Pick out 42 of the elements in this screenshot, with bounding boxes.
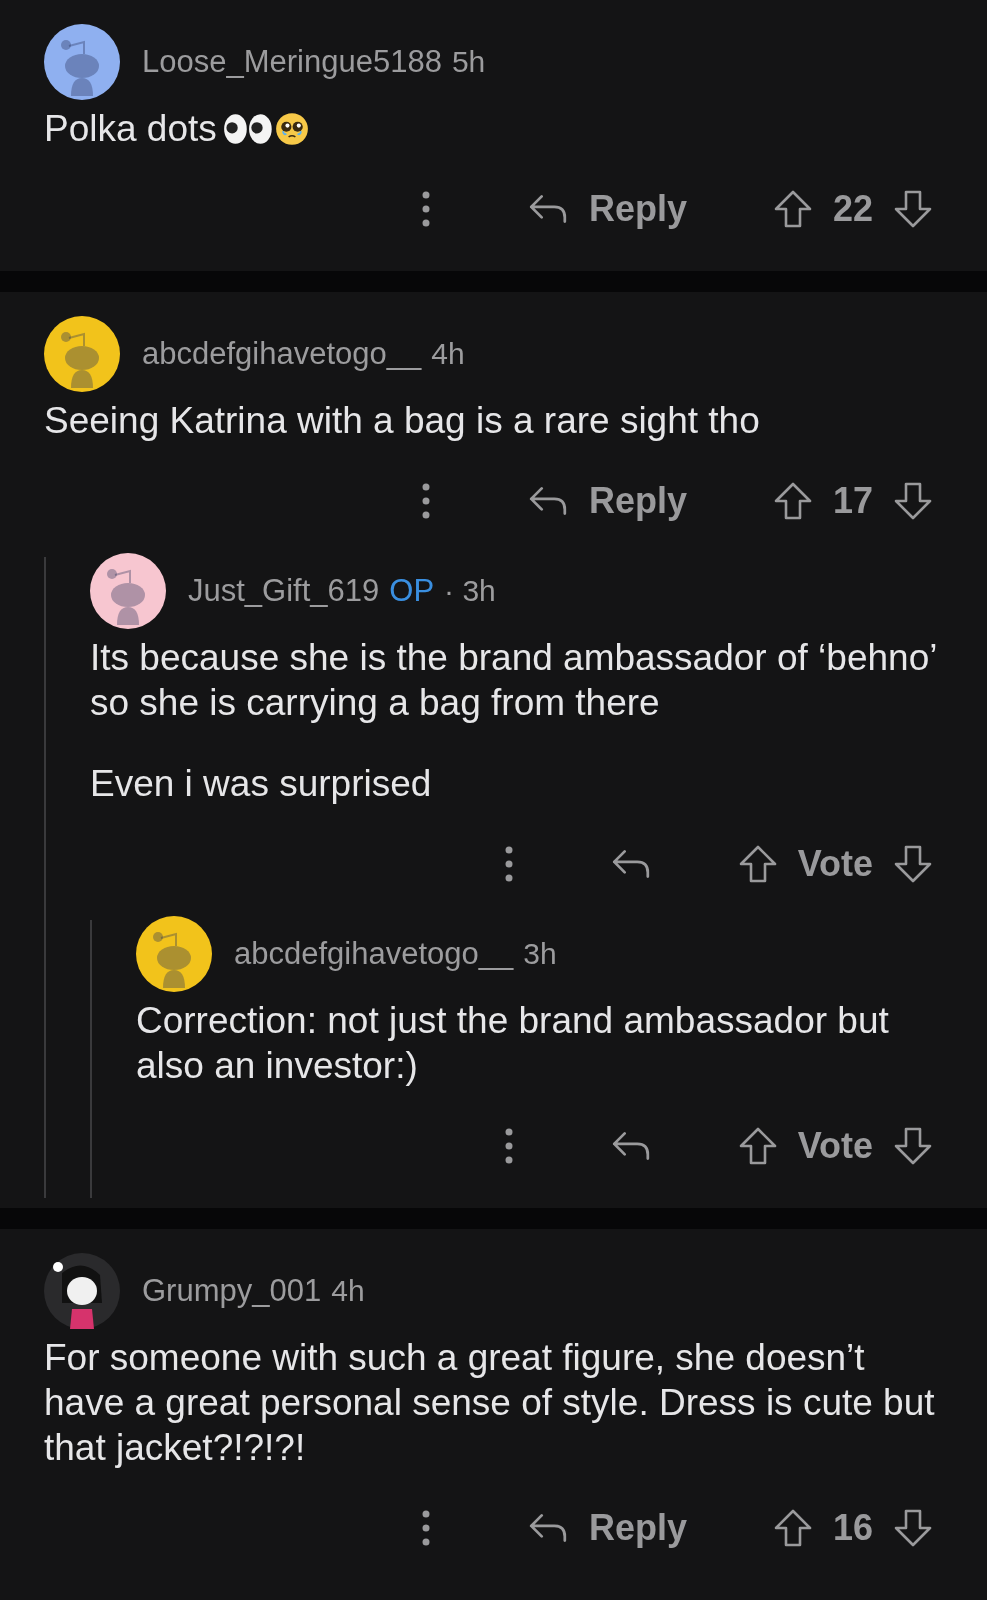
downvote-icon[interactable]: [893, 844, 933, 884]
reply-button[interactable]: Reply: [526, 480, 687, 522]
timestamp: · 3h: [444, 574, 496, 608]
vote-count: 16: [832, 1507, 873, 1549]
upvote-icon[interactable]: [772, 481, 813, 521]
comment-text: Its because she is the brand ambassador of ‘behno’ so she is carrying a bag from there: [90, 636, 938, 725]
username[interactable]: abcdefgihavetogo__: [234, 936, 514, 972]
reply-button[interactable]: Reply: [526, 188, 687, 230]
downvote-icon[interactable]: [893, 189, 933, 229]
username[interactable]: Just_Gift_619: [188, 573, 380, 609]
timestamp: 5h: [451, 45, 486, 79]
downvote-icon[interactable]: [893, 1126, 933, 1166]
upvote-icon[interactable]: [737, 1126, 778, 1166]
op-label: OP: [389, 573, 435, 609]
vote-count: Vote: [797, 1125, 873, 1167]
more-options-icon[interactable]: [420, 189, 431, 229]
downvote-icon[interactable]: [893, 481, 933, 521]
username[interactable]: Grumpy_001: [142, 1273, 322, 1309]
comment-text: Correction: not just the brand ambassador but also an investor:): [136, 999, 890, 1088]
pleading-face-icon: [274, 112, 309, 146]
comment-text: Seeing Katrina with a bag is a rare sight tho: [44, 399, 761, 443]
comment-text: For someone with such a great figure, she doesn’t have a great personal sense of style. Dress is cute but that jacket?!?!?!: [44, 1336, 936, 1470]
reply-button[interactable]: Reply: [526, 1507, 687, 1549]
vote-count: Vote: [797, 843, 873, 885]
username[interactable]: abcdefgihavetogo__: [142, 336, 422, 372]
vote-count: 22: [832, 188, 873, 230]
more-options-icon[interactable]: [420, 1508, 431, 1548]
more-options-icon[interactable]: [420, 481, 431, 521]
timestamp: 3h: [523, 937, 557, 971]
timestamp: 4h: [431, 337, 465, 371]
more-options-icon[interactable]: [503, 1126, 514, 1166]
eyes-emoji-icon: [222, 112, 273, 146]
upvote-icon[interactable]: [737, 844, 778, 884]
upvote-icon[interactable]: [772, 189, 813, 229]
username[interactable]: Loose_Meringue5188: [142, 44, 442, 80]
timestamp: 4h: [331, 1274, 365, 1308]
downvote-icon[interactable]: [893, 1508, 933, 1548]
comment-text: Polka dots: [44, 106, 943, 151]
upvote-icon[interactable]: [772, 1508, 813, 1548]
more-options-icon[interactable]: [503, 844, 514, 884]
vote-count: 17: [832, 480, 873, 522]
comment-text: Even i was surprised: [90, 762, 433, 806]
